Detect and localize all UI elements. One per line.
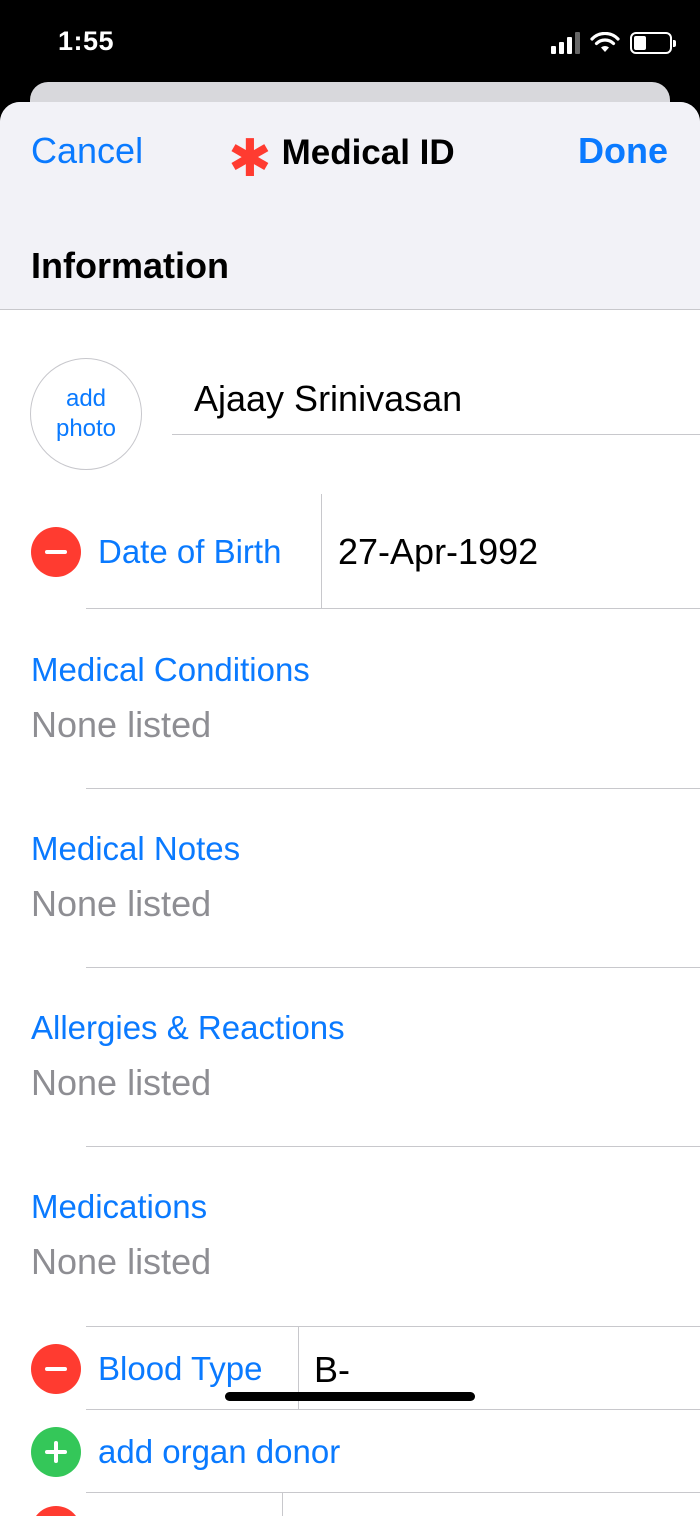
divider — [321, 494, 322, 609]
date-of-birth-value[interactable]: 27-Apr-1992 — [338, 531, 538, 573]
add-photo-button[interactable]: add photo — [30, 358, 142, 470]
remove-date-of-birth-button[interactable] — [31, 527, 81, 577]
divider — [86, 1492, 700, 1493]
divider — [86, 967, 700, 968]
cancel-button[interactable]: Cancel — [31, 130, 143, 172]
allergies-label: Allergies & Reactions — [31, 1009, 345, 1046]
status-bar: 1:55 — [0, 0, 700, 90]
cellular-signal-icon — [551, 32, 580, 54]
divider — [86, 1146, 700, 1147]
blood-type-label: Blood Type — [98, 1350, 263, 1387]
blood-type-value[interactable]: B- — [314, 1349, 350, 1391]
wifi-icon — [590, 32, 620, 52]
medications-label: Medications — [31, 1188, 208, 1225]
page-title-text: Medical ID — [281, 133, 455, 172]
add-organ-donor-button[interactable]: add organ donor — [98, 1433, 340, 1471]
remove-blood-type-button[interactable] — [31, 1344, 81, 1394]
home-indicator[interactable] — [225, 1392, 475, 1401]
sheet-header: Cancel ✱ Medical ID Done Information — [0, 102, 700, 310]
allergies-field[interactable]: None listed — [31, 1062, 211, 1104]
add-photo-label-line2: photo — [55, 415, 117, 442]
status-icons — [551, 30, 676, 56]
medical-asterisk-icon: ✱ — [228, 130, 272, 188]
status-time: 1:55 — [58, 26, 115, 56]
medical-conditions-label: Medical Conditions — [31, 651, 310, 688]
add-photo-label-line1: add — [65, 385, 107, 412]
divider — [86, 788, 700, 789]
page-title: ✱ Medical ID — [228, 130, 455, 188]
medications-field[interactable]: None listed — [31, 1241, 211, 1283]
divider — [86, 608, 700, 609]
medical-conditions-field[interactable]: None listed — [31, 704, 211, 746]
add-organ-donor-plus-icon[interactable] — [31, 1427, 81, 1477]
remove-field-button[interactable] — [31, 1506, 81, 1516]
battery-icon — [630, 32, 676, 54]
divider — [86, 1326, 700, 1327]
name-field[interactable]: Ajaay Srinivasan — [194, 378, 462, 420]
medical-notes-label: Medical Notes — [31, 830, 241, 867]
divider — [282, 1492, 283, 1516]
divider — [86, 1409, 700, 1410]
medical-notes-field[interactable]: None listed — [31, 883, 211, 925]
done-button[interactable]: Done — [578, 130, 668, 172]
medical-id-sheet: Cancel ✱ Medical ID Done Information add… — [0, 102, 700, 1516]
section-heading: Information — [31, 245, 229, 286]
date-of-birth-label: Date of Birth — [98, 533, 282, 570]
name-field-underline — [172, 434, 700, 435]
